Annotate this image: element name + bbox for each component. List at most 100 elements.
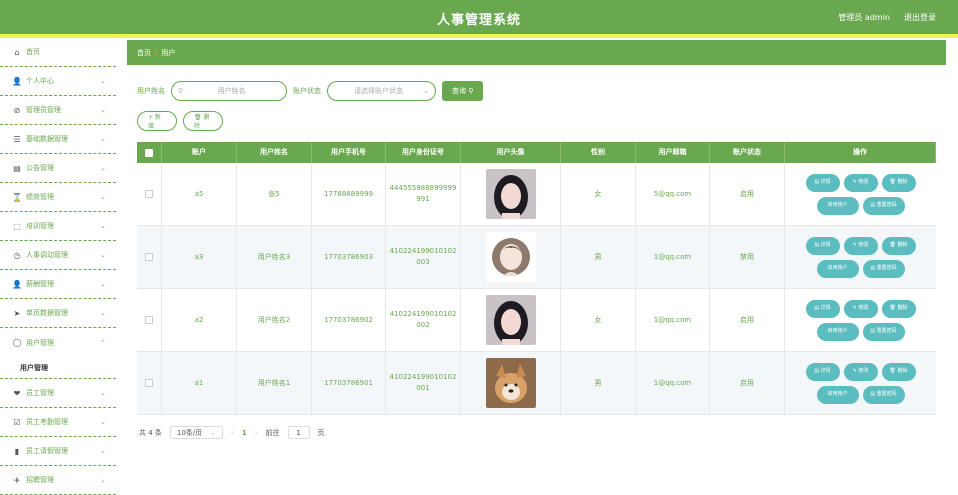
checkbox-icon: ☑ (13, 417, 21, 427)
page-size-select[interactable]: 10条/页 ⌄ (169, 426, 224, 439)
name-search-input[interactable]: ⚲ 用户姓名 (171, 81, 287, 101)
delete-button[interactable]: 🗑 删除 (183, 111, 223, 131)
table-header: 账户 用户姓名 用户手机号 用户身份证号 用户头像 性别 用户邮箱 账户状态 操… (137, 142, 936, 163)
sidebar-item-label: 单页数据管理 (26, 309, 68, 317)
delete-button[interactable]: 🗑 删除 (881, 236, 916, 255)
clipboard-icon: ▤ (13, 163, 21, 173)
name-input-placeholder: 用户姓名 (217, 87, 246, 95)
edit-button[interactable]: ✎ 修改 (843, 236, 878, 255)
status-select-placeholder: 请选择账户状态 (354, 87, 404, 95)
sidebar-item-admins[interactable]: ⊘ 管理员管理 ⌄ (0, 96, 116, 125)
sidebar-item-salary[interactable]: 👤 薪酬管理 ⌄ (0, 270, 116, 299)
toggle-account-button[interactable]: 启用账户 (816, 196, 859, 215)
row-checkbox[interactable] (145, 253, 153, 261)
action-bar: + 新增 🗑 删除 (137, 111, 223, 131)
chevron-down-icon: ⌄ (100, 280, 106, 288)
logout-link[interactable]: 退出登录 (904, 12, 936, 23)
delete-button[interactable]: 🗑 删除 (881, 362, 916, 381)
detail-button[interactable]: ▤ 详情 (805, 299, 840, 318)
chevron-down-icon: ⌄ (100, 193, 106, 201)
sidebar-item-notices[interactable]: ▤ 公告管理 ⌄ (0, 154, 116, 183)
sidebar-item-users[interactable]: ◯ 用户管理 ⌃ (0, 328, 116, 357)
edit-button[interactable]: ✎ 修改 (843, 299, 878, 318)
toggle-account-button[interactable]: 启用账户 (816, 322, 859, 341)
breadcrumb: 首页 / 用户 (127, 40, 946, 65)
query-button[interactable]: 查询 ⚲ (442, 81, 484, 101)
prev-page-button[interactable]: ‹ (231, 429, 234, 437)
cell-phone: 17703786903 (312, 226, 386, 288)
sidebar-item-employees[interactable]: ❤ 员工管理 ⌄ (0, 379, 116, 408)
status-select[interactable]: 请选择账户状态 ⌄ (327, 81, 436, 101)
circle-icon: ◯ (12, 338, 22, 347)
detail-button[interactable]: ▤ 详情 (805, 173, 840, 192)
detail-button[interactable]: ▤ 详情 (805, 236, 840, 255)
row-checkbox[interactable] (145, 316, 153, 324)
reset-password-button[interactable]: ▤ 重置密码 (862, 322, 905, 341)
sidebar-item-leave[interactable]: ▮ 员工请假管理 ⌄ (0, 437, 116, 466)
sidebar-item-training[interactable]: ⬚ 培训管理 ⌄ (0, 212, 116, 241)
edit-button[interactable]: ✎ 修改 (843, 362, 878, 381)
cell-name: 用户姓名1 (237, 352, 312, 414)
reset-password-button[interactable]: ▤ 重置密码 (862, 259, 905, 278)
chevron-down-icon: ⌄ (100, 389, 106, 397)
cell-email: 1@qq.com (636, 352, 710, 414)
user-avatar (485, 358, 536, 408)
toggle-account-button[interactable]: 启用账户 (816, 259, 859, 278)
table-row: a5 张5 17788889999 444555888899999991 女 5… (137, 163, 936, 226)
reset-password-button[interactable]: ▤ 重置密码 (862, 385, 905, 404)
submenu-item-users[interactable]: 用户管理 (0, 357, 116, 379)
status-label: 账户状态 (293, 87, 321, 95)
delete-button[interactable]: 🗑 删除 (881, 173, 916, 192)
sidebar-item-recruitment[interactable]: ✈ 招聘管理 ⌄ (0, 466, 116, 495)
sidebar-item-label: 薪酬管理 (26, 280, 54, 288)
select-all-checkbox[interactable] (145, 148, 153, 157)
location-icon: ❤ (13, 388, 21, 398)
row-select (137, 352, 162, 414)
add-button[interactable]: + 新增 (137, 111, 177, 131)
sidebar-item-attendance[interactable]: ☑ 员工考勤管理 ⌄ (0, 408, 116, 437)
sidebar-item-label: 公告管理 (26, 164, 54, 172)
detail-button[interactable]: ▤ 详情 (805, 362, 840, 381)
page-number[interactable]: 1 (242, 429, 247, 437)
header-select-all (137, 142, 162, 163)
header-actions: 操作 (785, 142, 936, 163)
sidebar-item-home[interactable]: ⌂ 首页 (0, 38, 116, 67)
row-select (137, 163, 162, 225)
row-checkbox[interactable] (145, 190, 153, 198)
edit-button[interactable]: ✎ 修改 (843, 173, 878, 192)
cell-name: 张5 (237, 163, 312, 225)
sidebar-item-performance[interactable]: ⌛ 绩效管理 ⌄ (0, 183, 116, 212)
sidebar-item-profile[interactable]: 👤 个人中心 ⌄ (0, 67, 116, 96)
chevron-down-icon: ⌄ (100, 251, 106, 259)
hourglass-icon: ⌛ (12, 192, 22, 202)
cell-phone: 17703786902 (312, 289, 386, 351)
cell-phone: 17703786901 (312, 352, 386, 414)
page-size-value: 10条/页 (176, 428, 203, 437)
cell-account: a2 (162, 289, 237, 351)
user-label[interactable]: 管理员 admin (838, 12, 890, 23)
header-id-card: 用户身份证号 (386, 142, 461, 163)
breadcrumb-home[interactable]: 首页 (137, 48, 151, 58)
delete-button[interactable]: 🗑 删除 (881, 299, 916, 318)
table-row: a1 用户姓名1 17703786901 410224199010102001 … (137, 352, 936, 415)
cell-actions: ▤ 详情 ✎ 修改 🗑 删除 启用账户 ▤ 重置密码 (785, 352, 936, 414)
cell-gender: 女 (561, 163, 636, 225)
row-select (137, 226, 162, 288)
cell-id-card: 410224199010102003 (386, 226, 461, 288)
bar-chart-icon: ▮ (14, 446, 20, 456)
sidebar-item-basic-data[interactable]: ☰ 基础数据管理 ⌄ (0, 125, 116, 154)
goto-page-input[interactable]: 1 (287, 426, 310, 439)
sidebar-item-label: 个人中心 (26, 77, 54, 85)
row-checkbox[interactable] (145, 379, 153, 387)
reset-password-button[interactable]: ▤ 重置密码 (862, 196, 905, 215)
sidebar-item-transfers[interactable]: ◷ 人事调动管理 ⌄ (0, 241, 116, 270)
chevron-down-icon: ⌄ (100, 309, 106, 317)
cell-avatar (461, 163, 561, 225)
header-avatar: 用户头像 (461, 142, 561, 163)
frame-icon: ⬚ (13, 221, 21, 231)
cell-avatar (461, 226, 561, 288)
toggle-account-button[interactable]: 启用账户 (816, 385, 859, 404)
sidebar-item-single-page[interactable]: ➤ 单页数据管理 ⌄ (0, 299, 116, 328)
top-bar: 人事管理系统 管理员 admin 退出登录 (0, 0, 958, 34)
next-page-button[interactable]: › (255, 429, 258, 437)
